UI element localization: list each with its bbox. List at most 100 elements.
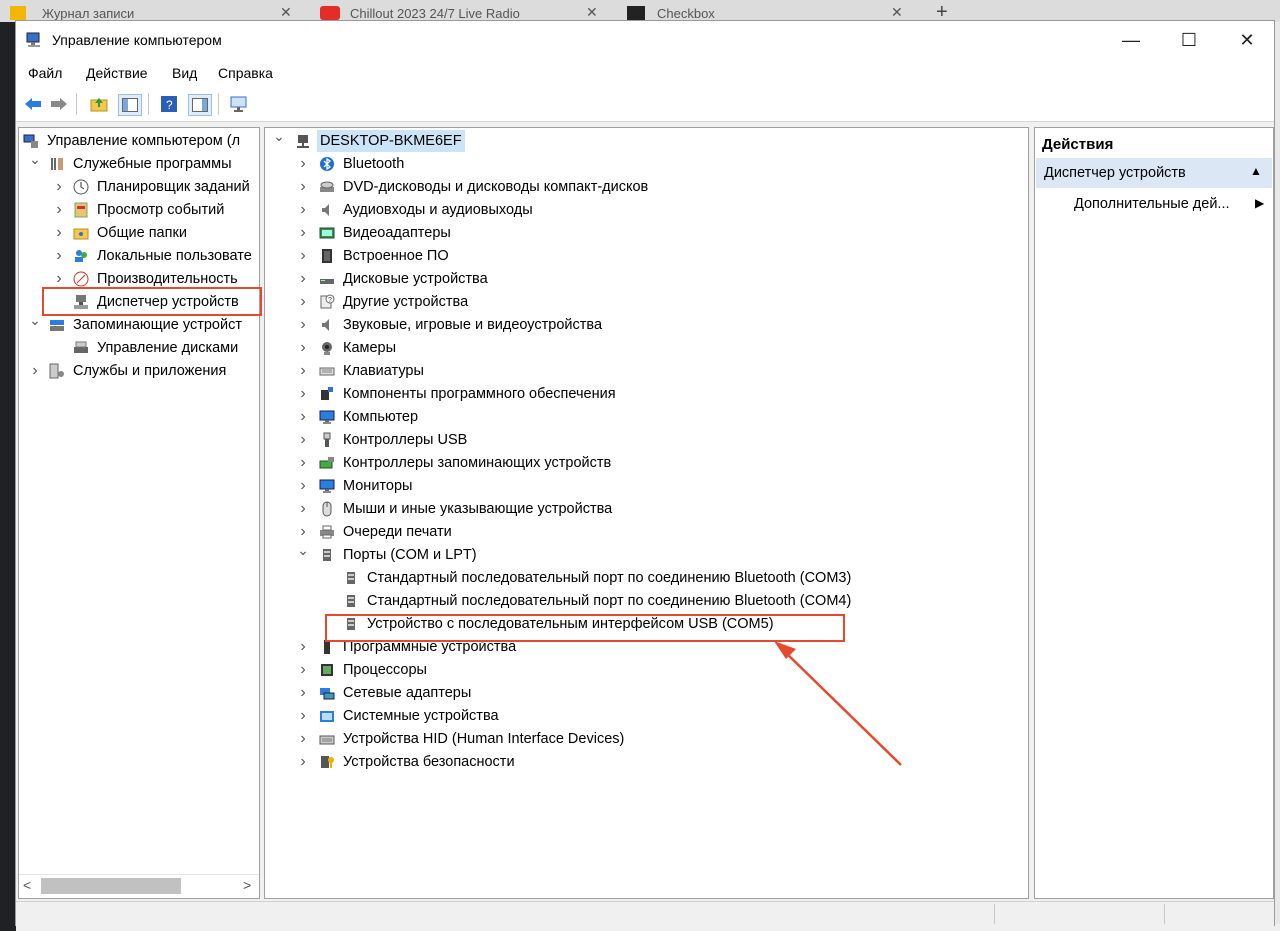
- bluetooth-icon: [319, 156, 335, 172]
- computer-management-window: Управление компьютером — ☐ ✕ Файл Действ…: [15, 20, 1275, 926]
- tree-item[interactable]: › Просмотр событий: [19, 199, 259, 221]
- maximize-button[interactable]: ☐: [1160, 21, 1218, 59]
- device-label: Стандартный последовательный порт по сое…: [367, 570, 852, 586]
- collapse-up-icon[interactable]: ▲: [1250, 164, 1262, 178]
- tree-item[interactable]: Управление компьютером (л: [19, 130, 259, 152]
- chevron-right-icon[interactable]: ›: [297, 452, 309, 474]
- menu-help[interactable]: Справка: [218, 65, 273, 81]
- tree-item-label: Управление дисками: [97, 340, 239, 356]
- tree-item[interactable]: › Общие папки: [19, 222, 259, 244]
- chevron-right-icon[interactable]: ›: [297, 199, 309, 221]
- scrollbar-thumb[interactable]: [41, 878, 181, 894]
- chevron-right-icon[interactable]: ›: [297, 429, 309, 451]
- chevron-right-icon[interactable]: ›: [53, 222, 65, 244]
- chevron-right-icon[interactable]: ›: [53, 199, 65, 221]
- menu-view[interactable]: Вид: [172, 65, 197, 81]
- menu-action[interactable]: Действие: [86, 65, 148, 81]
- tree-item[interactable]: ⌄ Запоминающие устройст: [19, 312, 259, 336]
- tree-item[interactable]: › Службы и приложения: [19, 360, 259, 382]
- up-folder-icon[interactable]: [88, 94, 110, 114]
- scan-hardware-icon[interactable]: [228, 94, 250, 114]
- show-action-pane-icon[interactable]: [188, 94, 212, 116]
- forward-arrow-icon[interactable]: [48, 94, 70, 114]
- speaker-icon: [319, 202, 335, 218]
- chevron-right-icon[interactable]: ›: [297, 751, 309, 773]
- actions-pane: Действия Диспетчер устройств ▲ Дополните…: [1034, 127, 1274, 899]
- chevron-right-icon[interactable]: ›: [297, 268, 309, 290]
- chevron-right-icon[interactable]: ›: [29, 360, 41, 382]
- computer-name: DESKTOP-BKME6EF: [317, 130, 465, 152]
- chevron-right-icon[interactable]: ›: [297, 153, 309, 175]
- checkbox-favicon-icon: [627, 6, 645, 20]
- chevron-right-icon[interactable]: ›: [297, 291, 309, 313]
- chevron-right-icon[interactable]: ›: [297, 406, 309, 428]
- chevron-right-icon[interactable]: ›: [297, 360, 309, 382]
- horizontal-scrollbar[interactable]: < >: [19, 874, 259, 897]
- toolbar-separator: [148, 93, 149, 115]
- device-label: Аудиовходы и аудиовыходы: [343, 202, 533, 218]
- chevron-right-icon[interactable]: ›: [297, 176, 309, 198]
- usb-icon: [319, 432, 335, 448]
- chevron-right-icon[interactable]: ›: [53, 245, 65, 267]
- chevron-right-icon[interactable]: ›: [297, 383, 309, 405]
- svg-text:?: ?: [166, 98, 173, 112]
- chevron-down-icon[interactable]: ⌄: [297, 539, 309, 561]
- device-label: Контроллеры USB: [343, 432, 468, 448]
- chevron-right-icon[interactable]: ›: [297, 659, 309, 681]
- chevron-right-icon[interactable]: ›: [297, 682, 309, 704]
- chevron-right-icon[interactable]: ›: [297, 222, 309, 244]
- chevron-right-icon[interactable]: ›: [297, 498, 309, 520]
- scroll-left-icon[interactable]: <: [23, 877, 31, 893]
- annotation-box-device-manager: [42, 287, 262, 316]
- chevron-down-icon[interactable]: ⌄: [273, 128, 285, 147]
- tree-item-label: Планировщик заданий: [97, 179, 250, 195]
- tree-item[interactable]: ⌄ Служебные программы: [19, 151, 259, 175]
- chevron-right-icon[interactable]: ›: [53, 176, 65, 198]
- device-label: Клавиатуры: [343, 363, 424, 379]
- disk-icon: [73, 340, 89, 356]
- device-label: Устройства HID (Human Interface Devices): [343, 731, 625, 747]
- port-icon: [319, 547, 335, 563]
- clock-icon: [73, 179, 89, 195]
- actions-section-header[interactable]: Диспетчер устройств ▲: [1036, 158, 1272, 188]
- minimize-button[interactable]: —: [1102, 21, 1160, 59]
- camera-icon: [319, 340, 335, 356]
- chevron-right-icon[interactable]: ›: [297, 728, 309, 750]
- chevron-down-icon[interactable]: ⌄: [29, 148, 41, 170]
- computer-management-icon: [23, 133, 39, 149]
- submenu-arrow-icon[interactable]: ▶: [1255, 196, 1264, 210]
- more-actions-item[interactable]: Дополнительные дей...: [1074, 196, 1230, 212]
- mouse-icon: [319, 501, 335, 517]
- toolbar-separator: [76, 93, 77, 115]
- scroll-right-icon[interactable]: >: [243, 877, 251, 893]
- chevron-right-icon[interactable]: ›: [297, 636, 309, 658]
- tab-close-icon[interactable]: ✕: [586, 4, 598, 21]
- processor-icon: [319, 662, 335, 678]
- chevron-right-icon[interactable]: ›: [297, 245, 309, 267]
- chevron-right-icon[interactable]: ›: [297, 314, 309, 336]
- tab-close-icon[interactable]: ✕: [280, 4, 292, 21]
- chevron-right-icon[interactable]: ›: [297, 705, 309, 727]
- close-button[interactable]: ✕: [1218, 21, 1276, 59]
- show-hide-tree-icon[interactable]: [118, 94, 142, 116]
- back-arrow-icon[interactable]: [22, 94, 44, 114]
- tree-item[interactable]: › Локальные пользовате: [19, 245, 259, 267]
- tree-item-label: Просмотр событий: [97, 202, 225, 218]
- monitor-icon: [319, 409, 335, 425]
- device-label: Дисковые устройства: [343, 271, 488, 287]
- tree-item[interactable]: Управление дисками: [19, 337, 259, 359]
- services-icon: [49, 363, 65, 379]
- tree-item[interactable]: › Планировщик заданий: [19, 176, 259, 198]
- chevron-down-icon[interactable]: ⌄: [29, 309, 41, 331]
- chevron-right-icon[interactable]: ›: [297, 475, 309, 497]
- device-label: Системные устройства: [343, 708, 499, 724]
- shared-folder-icon: [73, 225, 89, 241]
- device-label: Контроллеры запоминающих устройств: [343, 455, 612, 471]
- storage-controller-icon: [319, 455, 335, 471]
- tab-close-icon[interactable]: ✕: [891, 4, 903, 21]
- help-icon[interactable]: ?: [158, 94, 180, 114]
- device-label: Мыши и иные указывающие устройства: [343, 501, 613, 517]
- menu-file[interactable]: Файл: [28, 65, 62, 81]
- annotation-arrow-icon: [774, 641, 902, 766]
- chevron-right-icon[interactable]: ›: [297, 337, 309, 359]
